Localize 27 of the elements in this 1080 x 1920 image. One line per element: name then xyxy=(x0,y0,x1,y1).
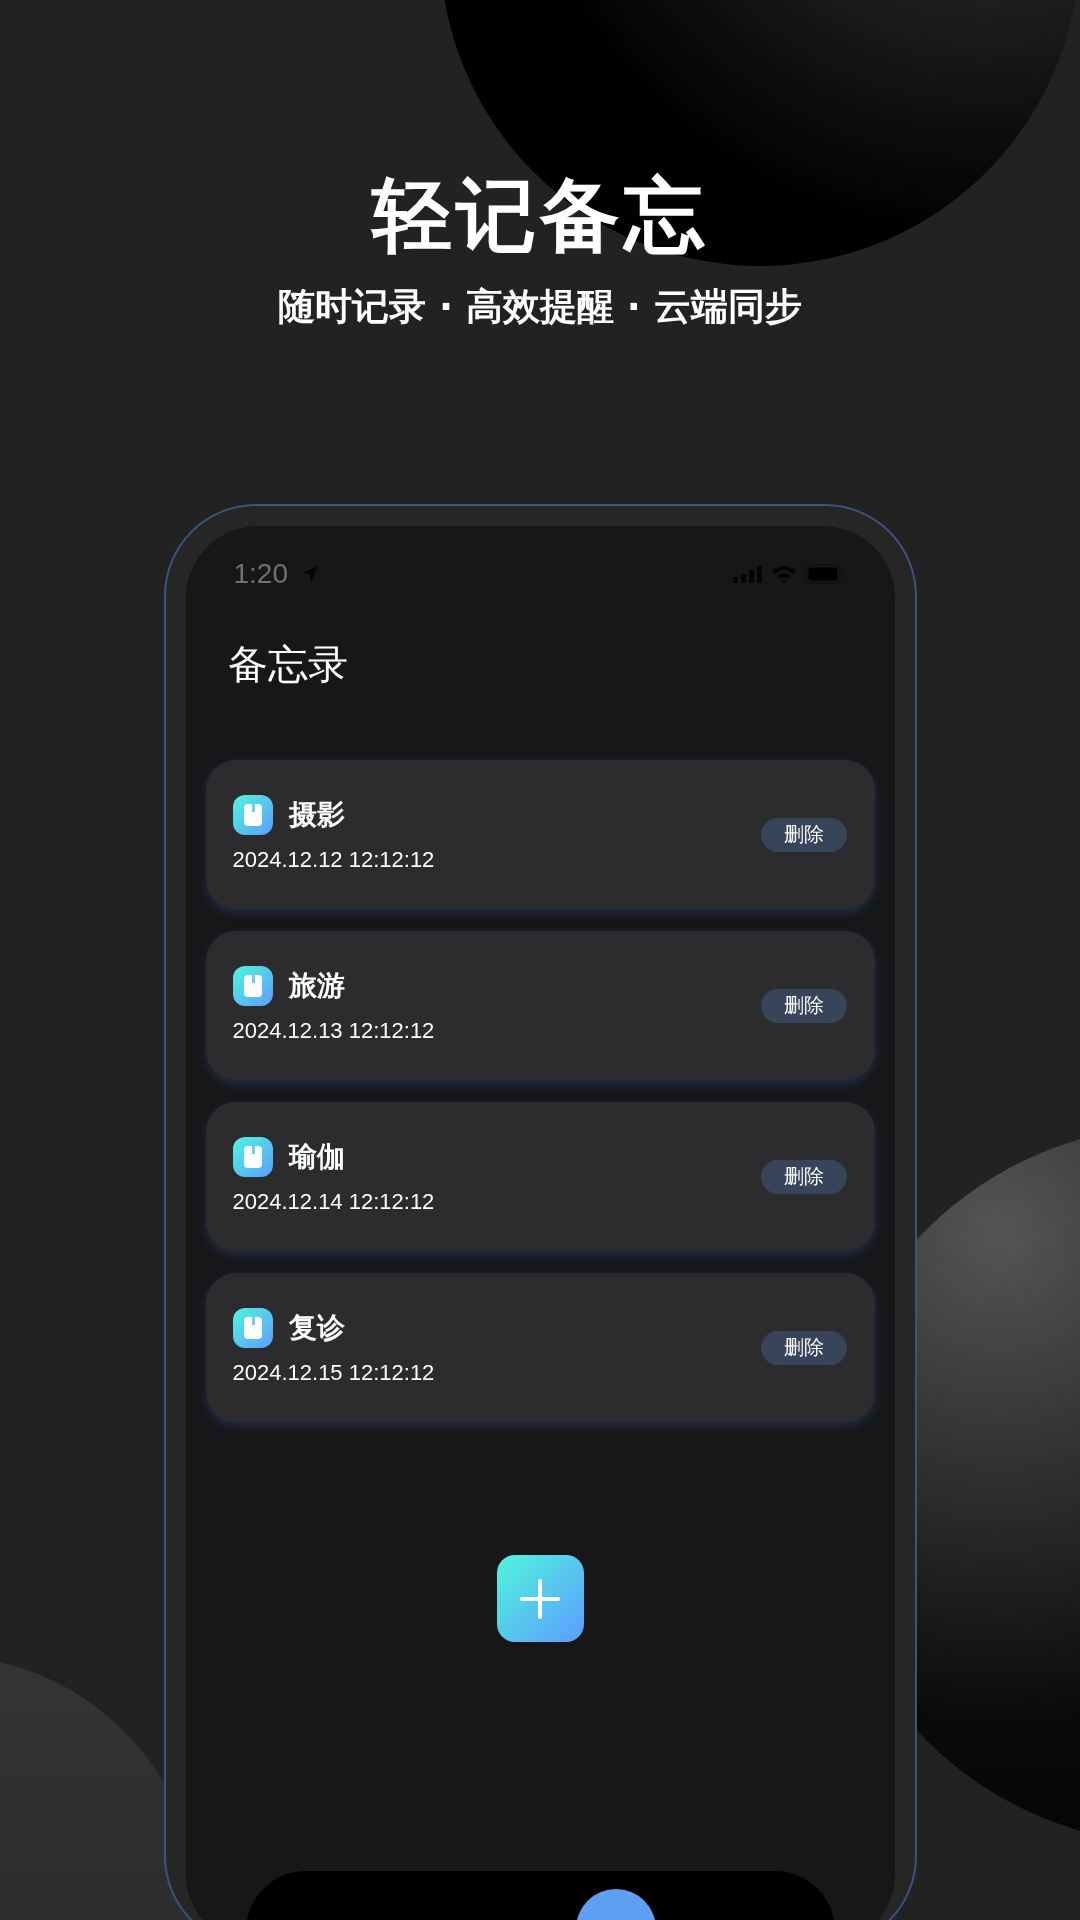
note-icon xyxy=(232,1307,273,1348)
note-card[interactable]: 旅游 2024.12.13 12:12:12 删除 xyxy=(205,931,875,1080)
delete-button[interactable]: 删除 xyxy=(760,988,847,1023)
delete-button[interactable]: 删除 xyxy=(760,1330,847,1365)
tagline: 随时记录 · 高效提醒 · 云端同步 xyxy=(278,284,802,330)
note-icon xyxy=(232,1136,273,1177)
note-icon xyxy=(232,794,273,835)
note-date: 2024.12.15 12:12:12 xyxy=(232,1358,436,1387)
screen-title: 备忘录 xyxy=(227,640,349,689)
headline: 轻记备忘 xyxy=(372,168,708,264)
note-card[interactable]: 摄影 2024.12.12 12:12:12 删除 xyxy=(205,760,875,909)
note-date: 2024.12.13 12:12:12 xyxy=(232,1016,436,1045)
status-time: 1:20 xyxy=(233,558,288,590)
note-title: 摄影 xyxy=(288,796,345,833)
note-date: 2024.12.12 12:12:12 xyxy=(232,845,436,874)
delete-button[interactable]: 删除 xyxy=(760,817,847,852)
note-card[interactable]: 瑜伽 2024.12.14 12:12:12 删除 xyxy=(205,1102,875,1251)
note-title: 瑜伽 xyxy=(288,1138,345,1175)
battery-icon xyxy=(804,564,845,584)
note-title: 旅游 xyxy=(288,967,345,1004)
note-title: 复诊 xyxy=(288,1309,345,1346)
add-button[interactable] xyxy=(496,1555,584,1642)
note-card[interactable]: 复诊 2024.12.15 12:12:12 删除 xyxy=(205,1273,875,1422)
delete-button[interactable]: 删除 xyxy=(760,1159,847,1194)
note-icon xyxy=(232,965,273,1006)
plus-icon xyxy=(520,1578,560,1619)
note-date: 2024.12.14 12:12:12 xyxy=(232,1187,436,1216)
